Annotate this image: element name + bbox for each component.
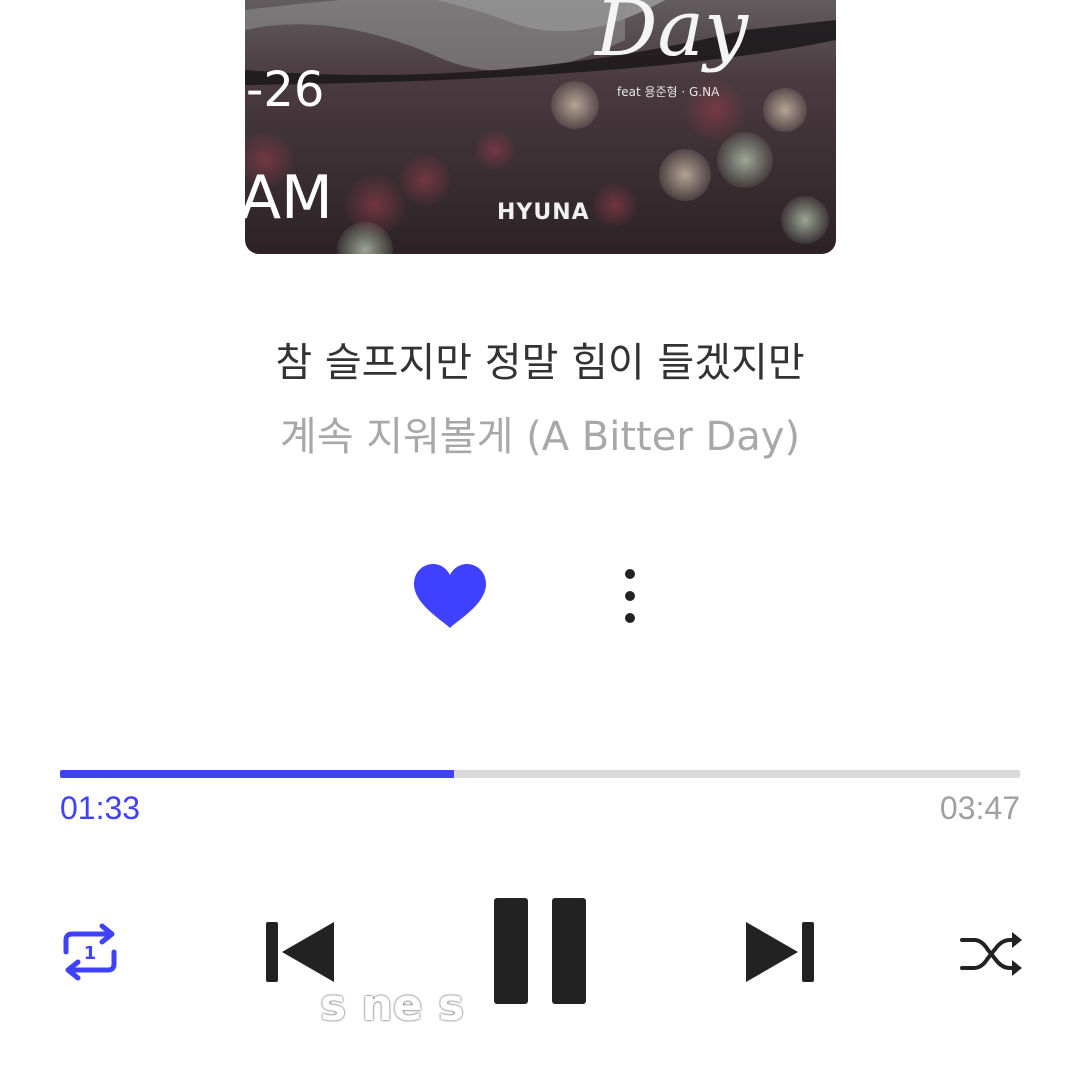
current-time: 01:33: [60, 790, 141, 826]
lockscreen-date-fragment: -26: [246, 62, 325, 118]
repeat-one-icon[interactable]: 1: [58, 922, 122, 982]
more-vertical-icon[interactable]: [616, 566, 644, 630]
skip-previous-icon[interactable]: [264, 918, 336, 986]
pause-icon[interactable]: [494, 896, 586, 1006]
album-feat-text: feat 용준형 · G.NA: [617, 85, 720, 99]
shuffle-icon[interactable]: [960, 926, 1024, 980]
album-artist-text: HYUNA: [497, 200, 590, 225]
current-lyric-line: 참 슬프지만 정말 힘이 들겠지만: [275, 340, 805, 386]
album-title-script: Day: [595, 0, 749, 74]
progress-bar[interactable]: [60, 770, 1020, 778]
heart-icon[interactable]: [412, 562, 488, 630]
progress-bar-fill: [60, 770, 454, 778]
skip-next-icon[interactable]: [744, 918, 816, 986]
total-time: 03:47: [939, 790, 1020, 826]
svg-text:1: 1: [84, 943, 97, 964]
lockscreen-time-fragment: AM: [240, 163, 333, 233]
caption-overlay-fragment: s ne s: [320, 980, 465, 1031]
album-art: Day feat 용준형 · G.NA HYUNA: [245, 0, 836, 254]
song-title: 계속 지워볼게 (A Bitter Day): [279, 414, 801, 460]
